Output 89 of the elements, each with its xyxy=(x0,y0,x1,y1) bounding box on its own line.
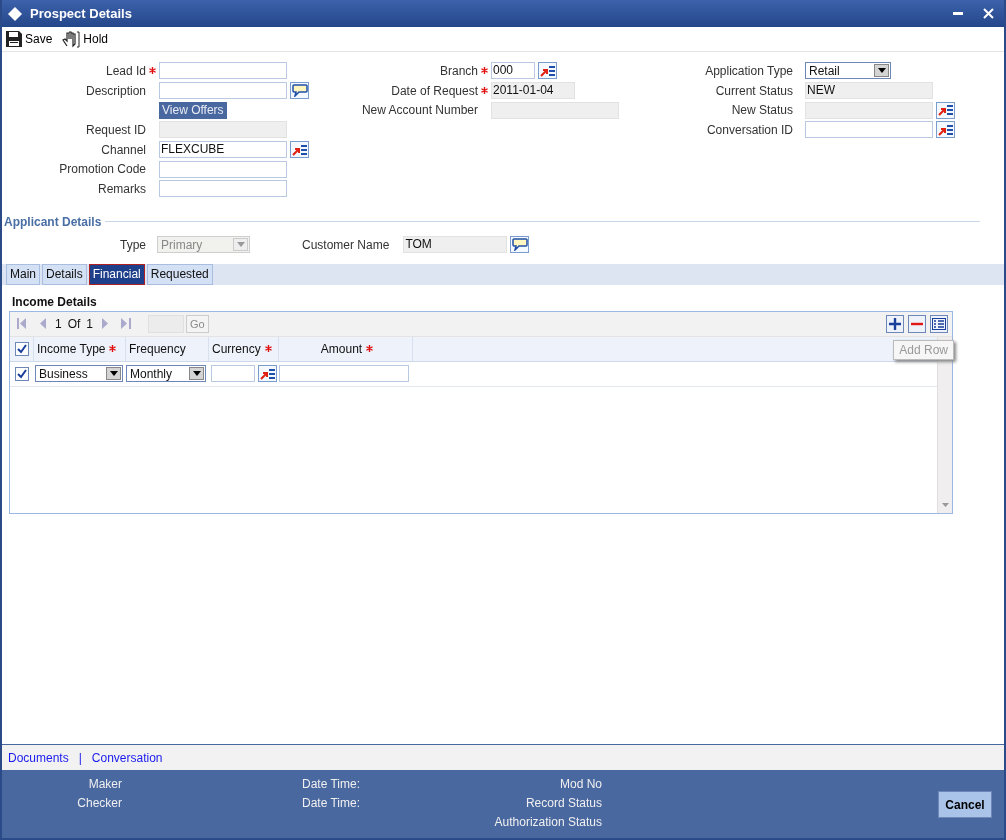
required-icon xyxy=(481,67,488,75)
select-field[interactable]: Retail xyxy=(805,62,891,80)
tab[interactable]: Details xyxy=(42,263,87,285)
field-label: Promotion Code xyxy=(58,162,146,177)
input-field[interactable] xyxy=(159,160,287,178)
dropdown-arrow-icon xyxy=(192,371,201,377)
list-view-button[interactable] xyxy=(930,314,948,333)
list-icon xyxy=(932,317,946,330)
tab[interactable]: Financial xyxy=(88,263,145,285)
column-header: Currency xyxy=(212,341,261,356)
tooltip: Add Row xyxy=(893,339,954,360)
tab[interactable]: Requested xyxy=(146,263,213,285)
field-label: New Status xyxy=(730,103,793,118)
column-header: Income Type xyxy=(37,341,106,356)
page-of-label: Of xyxy=(67,316,81,331)
link-separator: | xyxy=(78,750,82,765)
field-label: Conversation ID xyxy=(705,122,793,137)
field-label: Customer Name xyxy=(302,237,390,252)
column-header: Frequency xyxy=(129,341,186,356)
window-title: Prospect Details xyxy=(30,6,132,21)
input-field[interactable]: 000 xyxy=(491,62,535,80)
required-icon xyxy=(481,87,488,95)
lookup-button[interactable] xyxy=(936,101,955,119)
plus-icon xyxy=(889,317,901,330)
input-field[interactable] xyxy=(159,62,287,80)
field-label: Branch xyxy=(438,63,478,78)
lookup-button[interactable] xyxy=(538,62,557,80)
dropdown-arrow-icon xyxy=(877,68,886,74)
lookup-button[interactable] xyxy=(290,141,309,159)
hold-button[interactable]: Hold xyxy=(60,30,111,48)
documents-link[interactable]: Documents xyxy=(8,750,69,765)
field-label: Application Type xyxy=(704,63,793,78)
select-field[interactable]: Monthly xyxy=(126,365,206,383)
view-offers-button[interactable]: View Offers xyxy=(159,101,227,119)
lookup-button[interactable] xyxy=(936,121,955,139)
section-title: Income Details xyxy=(12,294,98,309)
field-label: New Account Number xyxy=(360,103,478,118)
cancel-button[interactable]: Cancel xyxy=(938,791,992,818)
input-field[interactable]: FLEXCUBE xyxy=(159,141,287,159)
field-label: Type xyxy=(120,237,146,252)
hand-icon xyxy=(62,30,81,48)
checkbox[interactable] xyxy=(14,341,29,356)
field-label: Description xyxy=(84,83,146,98)
page-input[interactable] xyxy=(148,314,185,333)
audit-label: Record Status xyxy=(525,795,602,812)
delete-row-button[interactable] xyxy=(908,314,926,333)
audit-label: Date Time: xyxy=(302,776,362,793)
field-label: Channel xyxy=(100,142,146,157)
audit-label: Date Time: xyxy=(302,795,362,812)
required-icon xyxy=(366,345,374,353)
input-field[interactable] xyxy=(159,180,287,198)
minus-icon xyxy=(911,321,923,326)
column-header: Amount xyxy=(320,341,363,356)
field-label: Lead Id xyxy=(104,63,146,78)
checkbox[interactable] xyxy=(15,366,29,381)
select-field[interactable]: Business xyxy=(35,365,123,383)
field-label: Current Status xyxy=(714,83,793,98)
close-icon[interactable] xyxy=(983,8,994,19)
tab[interactable]: Main xyxy=(6,263,40,285)
field-label: Remarks xyxy=(97,181,146,196)
dropdown-arrow-icon xyxy=(236,242,245,248)
comment-button[interactable] xyxy=(510,236,530,254)
dropdown-arrow-icon xyxy=(109,371,118,377)
comment-button[interactable] xyxy=(290,82,309,100)
audit-label: Maker xyxy=(88,776,122,793)
field-label: Date of Request xyxy=(390,83,478,98)
audit-label: Authorization Status xyxy=(494,814,602,831)
field-label: Request ID xyxy=(84,122,146,137)
add-row-button[interactable] xyxy=(886,314,904,333)
input-field[interactable] xyxy=(279,365,409,383)
conversation-link[interactable]: Conversation xyxy=(91,750,163,765)
save-button[interactable]: Save xyxy=(4,31,55,47)
section-title: Applicant Details xyxy=(3,214,102,229)
minimize-icon[interactable] xyxy=(953,11,963,16)
readonly-field: NEW xyxy=(805,82,933,100)
input-field[interactable] xyxy=(211,365,255,383)
readonly-field: 2011-01-04 xyxy=(491,82,575,100)
input-field[interactable] xyxy=(805,121,933,139)
audit-label: Checker xyxy=(77,795,122,812)
audit-label: Mod No xyxy=(559,776,602,793)
required-icon xyxy=(109,345,117,353)
readonly-field: TOM xyxy=(403,236,508,254)
page-number: 1 xyxy=(55,316,62,331)
required-icon xyxy=(149,67,156,75)
required-icon xyxy=(264,345,272,353)
page-total: 1 xyxy=(86,316,94,331)
input-field[interactable] xyxy=(159,82,287,100)
diamond-icon xyxy=(8,6,22,21)
lookup-button[interactable] xyxy=(258,365,277,383)
